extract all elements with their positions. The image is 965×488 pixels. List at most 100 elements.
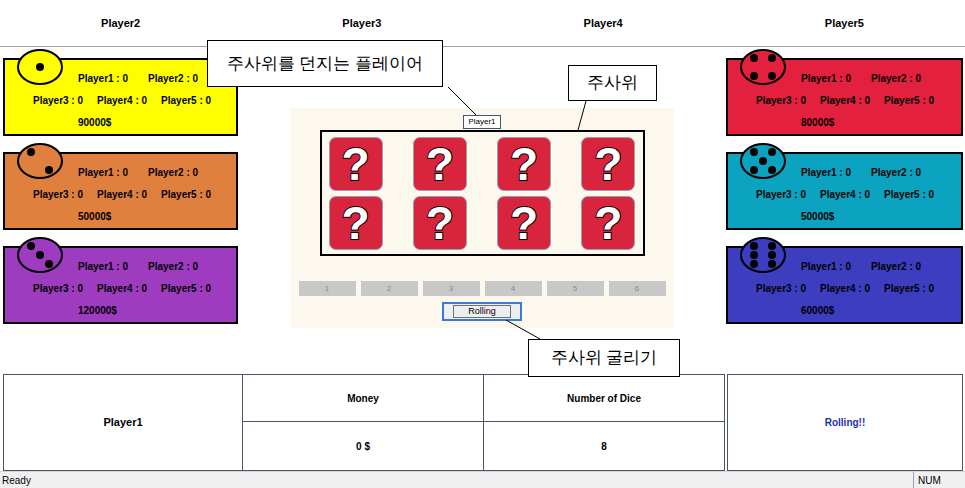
die-face: ? (426, 141, 454, 187)
pip (768, 157, 776, 165)
die-face: ? (594, 200, 622, 246)
pip (750, 54, 758, 62)
score: Player4 : 0 (820, 281, 870, 296)
pip (45, 242, 53, 250)
die-face: ? (426, 200, 454, 246)
dice-box: ???????? (320, 130, 645, 256)
number-button[interactable]: 5 (547, 281, 604, 296)
pip (759, 157, 767, 165)
pip (768, 166, 776, 174)
pip (36, 166, 44, 174)
pip (759, 242, 767, 250)
score: Player3 : 0 (756, 187, 806, 202)
message-cell: Rolling!! (727, 374, 963, 471)
die[interactable]: ? (413, 196, 467, 250)
number-button-label: 1 (325, 283, 329, 295)
number-button-label: 5 (573, 283, 577, 295)
pip (27, 157, 35, 165)
die-face: ? (510, 200, 538, 246)
die[interactable]: ? (497, 137, 551, 191)
number-button[interactable]: 1 (299, 281, 356, 296)
info-column: Number of Dice 8 (484, 374, 725, 471)
die[interactable]: ? (329, 137, 383, 191)
pip (750, 63, 758, 71)
money-row: 120000$ (5, 300, 236, 322)
score: Player5 : 0 (884, 93, 934, 108)
money-row: 80000$ (728, 112, 961, 134)
pip (45, 54, 53, 62)
info-header-label: Money (347, 391, 379, 406)
number-button[interactable]: 3 (423, 281, 480, 296)
money: 80000$ (801, 115, 834, 130)
dice-face-icon (740, 237, 786, 273)
info-value-label: 8 (601, 439, 607, 454)
pip (45, 63, 53, 71)
number-button[interactable]: 4 (485, 281, 542, 296)
score-row: Player3 : 0 Player4 : 0 Player5 : 0 (728, 183, 961, 205)
game-area: Player1 : 0 Player2 : 0 Player3 : 0 Player4… (0, 47, 965, 374)
number-button[interactable]: 2 (361, 281, 418, 296)
die[interactable]: ? (581, 137, 635, 191)
pip (750, 166, 758, 174)
die-face: ? (594, 141, 622, 187)
pip (27, 63, 35, 71)
pip (759, 148, 767, 156)
die[interactable]: ? (581, 196, 635, 250)
pip (759, 54, 767, 62)
die[interactable]: ? (329, 196, 383, 250)
score: Player3 : 0 (756, 93, 806, 108)
info-header: Number of Dice (484, 375, 724, 422)
player-card: Player1 : 0Player2 : 0Player3 : 0Player4… (3, 152, 238, 230)
score: Player2 : 0 (148, 259, 198, 274)
pip (45, 157, 53, 165)
pip (36, 157, 44, 165)
die[interactable]: ? (497, 196, 551, 250)
money-row: 50000$ (728, 206, 961, 228)
player-card: Player1 : 0Player2 : 0Player3 : 0Player4… (726, 152, 963, 230)
pip (750, 242, 758, 250)
score: Player4 : 0 (820, 187, 870, 202)
score: Player2 : 0 (148, 71, 198, 86)
info-header: Money (243, 375, 483, 422)
score: Player2 : 0 (148, 165, 198, 180)
money-row: 60000$ (728, 300, 961, 322)
money: 50000$ (801, 209, 834, 224)
score: Player5 : 0 (884, 187, 934, 202)
pip (27, 54, 35, 62)
pip (750, 72, 758, 80)
dice-face-icon (740, 143, 786, 179)
status-indicator: NUM (913, 472, 965, 488)
pip (36, 54, 44, 62)
pip (768, 242, 776, 250)
player-name: Player4 (584, 15, 623, 32)
money: 50000$ (78, 209, 111, 224)
die-face: ? (510, 141, 538, 187)
score: Player2 : 0 (871, 165, 921, 180)
left-player-column: Player1 : 0Player2 : 0Player3 : 0Player4… (3, 47, 238, 374)
score: Player5 : 0 (161, 281, 211, 296)
number-button-label: 2 (387, 283, 391, 295)
score: Player5 : 0 (884, 281, 934, 296)
score: Player5 : 0 (161, 187, 211, 202)
score: Player1 : 0 (801, 259, 851, 274)
current-player-cell: Player1 (3, 374, 243, 471)
score: Player3 : 0 (33, 187, 83, 202)
player-name: Player3 (342, 15, 381, 32)
die[interactable]: ? (413, 137, 467, 191)
pip (750, 148, 758, 156)
score: Player4 : 0 (97, 93, 147, 108)
annotation-text: 주사위 (587, 70, 638, 96)
bottom-info-bar: Player1Money0 $Number of Dice8Rolling!! (0, 374, 965, 471)
rolling-button[interactable]: Rolling (442, 302, 522, 321)
top-player-cell: Player4 (483, 0, 724, 46)
number-button[interactable]: 6 (609, 281, 666, 296)
number-button-label: 4 (511, 283, 515, 295)
score: Player4 : 0 (820, 93, 870, 108)
score: Player1 : 0 (78, 165, 128, 180)
dice-face-icon (17, 237, 63, 273)
player-name: Player2 (101, 15, 140, 32)
pip (768, 148, 776, 156)
dice-panel: Player1????????123456Rolling (290, 108, 674, 328)
score-row: Player3 : 0Player4 : 0Player5 : 0 (5, 89, 236, 111)
pip (45, 166, 53, 174)
